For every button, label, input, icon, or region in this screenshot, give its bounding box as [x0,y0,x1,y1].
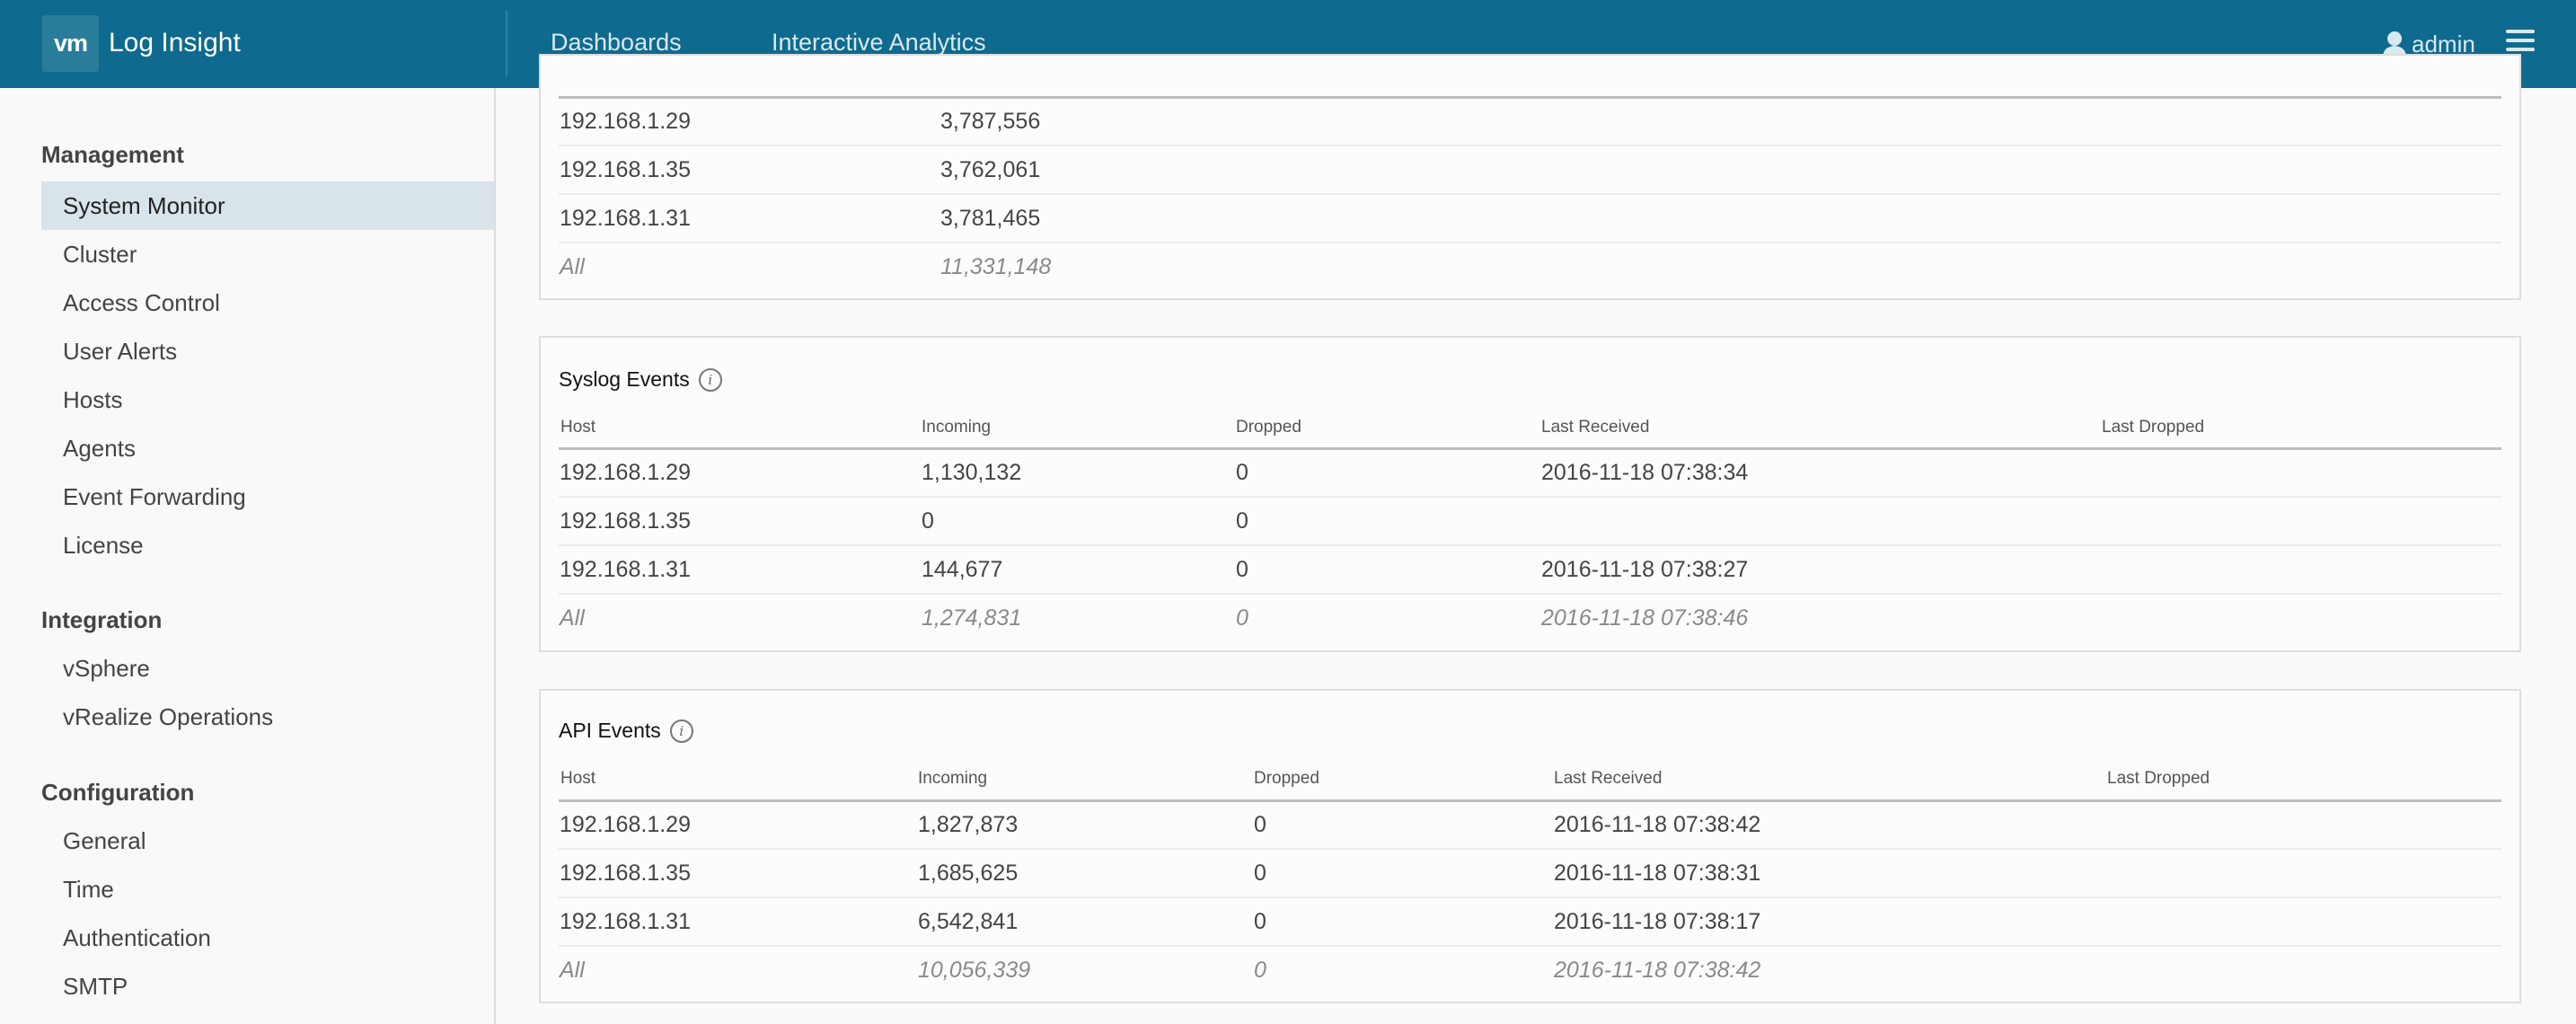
incoming-cell: 0 [922,508,934,534]
sidebar-item-smtp[interactable]: SMTP [41,962,494,1011]
total-incoming: 10,056,339 [918,958,1031,983]
sidebar-item-user-alerts[interactable]: User Alerts [41,327,494,375]
row-divider [559,593,2501,595]
panel-title-text: API Events [559,719,661,742]
host-cell: 192.168.1.29 [560,460,691,485]
sidebar: Management System Monitor Cluster Access… [0,88,496,1024]
sidebar-item-access-control[interactable]: Access Control [41,278,494,327]
row-divider [559,848,2501,850]
host-cell: 192.168.1.35 [560,157,691,182]
host-cell: 192.168.1.29 [560,812,691,837]
count-cell: 3,762,061 [940,157,1041,182]
row-divider [559,242,2501,243]
sidebar-section-configuration: Configuration [41,779,195,806]
column-header-dropped[interactable]: Dropped [1236,418,1301,437]
host-cell: 192.168.1.29 [560,109,691,134]
hamburger-menu-icon[interactable] [2506,30,2535,57]
row-divider [559,896,2501,898]
column-header-host[interactable]: Host [560,769,595,789]
events-panel-partial: 192.168.1.29 3,787,556 192.168.1.35 3,76… [539,54,2521,300]
incoming-cell: 6,542,841 [918,909,1019,934]
column-header-host[interactable]: Host [560,418,595,437]
table-header-divider [559,96,2501,99]
column-header-last-received[interactable]: Last Received [1554,769,1662,789]
api-events-title: API Events i [559,719,693,743]
host-cell: 192.168.1.31 [560,206,691,231]
sidebar-section-management: Management [41,141,184,168]
last-received-cell: 2016-11-18 07:38:34 [1541,460,1749,485]
count-cell: 3,787,556 [940,109,1041,134]
host-cell: 192.168.1.31 [560,909,691,934]
app-title[interactable]: Log Insight [109,0,241,88]
dropped-cell: 0 [1254,861,1266,886]
sidebar-item-license[interactable]: License [41,521,494,569]
sidebar-section-integration: Integration [41,606,163,633]
total-dropped: 0 [1236,605,1248,631]
table-header-divider [559,447,2501,450]
dropped-cell: 0 [1254,812,1266,837]
sidebar-item-authentication[interactable]: Authentication [41,914,494,962]
sidebar-item-event-forwarding[interactable]: Event Forwarding [41,472,494,521]
total-dropped: 0 [1254,958,1266,983]
sidebar-item-time[interactable]: Time [41,865,494,914]
row-divider [559,945,2501,947]
host-cell: 192.168.1.35 [560,861,691,886]
sidebar-item-agents[interactable]: Agents [41,424,494,472]
row-divider [559,193,2501,195]
syslog-events-panel: Syslog Events i Host Incoming Dropped La… [539,336,2521,652]
incoming-cell: 1,685,625 [918,861,1019,886]
dropped-cell: 0 [1236,460,1248,485]
total-label: All [560,958,585,983]
row-divider [559,145,2501,146]
syslog-events-title: Syslog Events i [559,367,722,392]
dropped-cell: 0 [1236,557,1248,582]
column-header-last-dropped[interactable]: Last Dropped [2107,769,2210,789]
column-header-incoming[interactable]: Incoming [918,769,987,789]
panel-title-text: Syslog Events [559,367,690,391]
dropped-cell: 0 [1236,508,1248,534]
row-divider [559,544,2501,546]
incoming-cell: 1,130,132 [922,460,1022,485]
last-received-cell: 2016-11-18 07:38:31 [1554,861,1761,886]
sidebar-item-cluster[interactable]: Cluster [41,230,494,278]
column-header-last-dropped[interactable]: Last Dropped [2102,418,2204,437]
column-header-dropped[interactable]: Dropped [1254,769,1319,789]
total-label: All [560,605,585,631]
count-cell: 3,781,465 [940,206,1041,231]
vmware-logo[interactable]: vm [42,15,99,72]
host-cell: 192.168.1.35 [560,508,691,534]
column-header-last-received[interactable]: Last Received [1541,418,1649,437]
row-divider [559,496,2501,498]
api-events-panel: API Events i Host Incoming Dropped Last … [539,689,2521,1003]
column-header-incoming[interactable]: Incoming [922,418,991,437]
total-incoming: 1,274,831 [922,605,1022,631]
dropped-cell: 0 [1254,909,1266,934]
total-last-received: 2016-11-18 07:38:46 [1541,605,1749,631]
table-header-divider [559,799,2501,802]
info-icon[interactable]: i [669,719,693,743]
sidebar-item-vrealize-operations[interactable]: vRealize Operations [41,693,494,741]
header-divider [506,11,507,76]
sidebar-item-system-monitor[interactable]: System Monitor [41,181,494,230]
sidebar-item-general[interactable]: General [41,817,494,865]
info-icon[interactable]: i [698,367,722,392]
total-last-received: 2016-11-18 07:38:42 [1554,958,1761,983]
host-cell: 192.168.1.31 [560,557,691,582]
sidebar-item-hosts[interactable]: Hosts [41,375,494,424]
last-received-cell: 2016-11-18 07:38:27 [1541,557,1749,582]
incoming-cell: 144,677 [922,557,1003,582]
last-received-cell: 2016-11-18 07:38:42 [1554,812,1761,837]
sidebar-item-vsphere[interactable]: vSphere [41,644,494,693]
total-label: All [560,254,585,279]
incoming-cell: 1,827,873 [918,812,1019,837]
last-received-cell: 2016-11-18 07:38:17 [1554,909,1761,934]
total-count: 11,331,148 [940,254,1052,279]
